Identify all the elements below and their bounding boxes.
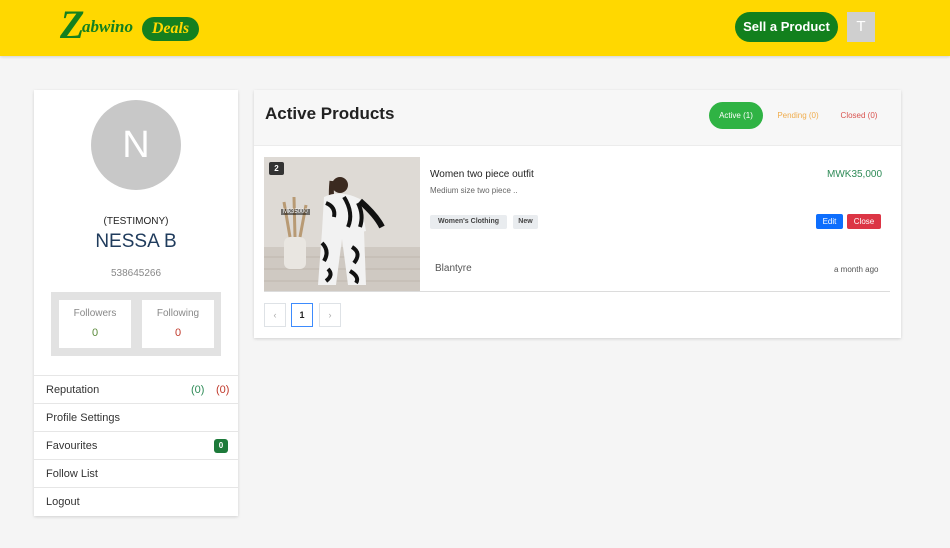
top-navbar: Z abwino Deals Sell a Product T (0, 0, 950, 56)
tab-closed[interactable]: Closed (0) (836, 102, 882, 129)
products-header: Active Products Active (1) Pending (0) C… (254, 90, 901, 146)
profile-name: NESSA B (95, 231, 177, 252)
logo-deals-badge: Deals (142, 17, 199, 41)
menu-item-logout[interactable]: Logout (34, 487, 238, 515)
product-photo-illustration (264, 157, 420, 291)
product-image[interactable]: 2 Mk35000 (264, 157, 420, 291)
sell-product-button[interactable]: Sell a Product (735, 12, 838, 42)
menu-item-label: Follow List (46, 468, 98, 480)
profile-tag: (TESTIMONY) (103, 216, 169, 227)
pagination-page-1[interactable]: 1 (291, 303, 313, 327)
following-stat[interactable]: Following 0 (142, 300, 214, 348)
image-count-badge: 2 (269, 162, 284, 175)
reputation-positive: (0) (191, 384, 205, 396)
product-location: Blantyre (435, 263, 472, 274)
menu-item-label: Profile Settings (46, 412, 120, 424)
menu-item-follow-list[interactable]: Follow List (34, 459, 238, 487)
user-avatar-menu[interactable]: T (847, 12, 875, 42)
close-listing-button[interactable]: Close (847, 214, 881, 229)
menu-item-label: Logout (46, 496, 80, 508)
reputation-negative: (0) (216, 384, 230, 396)
category-tag: Women's Clothing (430, 215, 507, 229)
logo-letter: Z (60, 2, 85, 47)
following-label: Following (156, 308, 200, 319)
product-title[interactable]: Women two piece outfit (430, 169, 534, 180)
profile-avatar: N (91, 100, 181, 190)
menu-item-favourites[interactable]: Favourites 0 (34, 431, 238, 459)
profile-id: 538645266 (110, 268, 162, 279)
product-description: Medium size two piece .. (430, 186, 518, 195)
pagination-prev-button[interactable]: ‹ (264, 303, 286, 327)
followers-stat[interactable]: Followers 0 (59, 300, 131, 348)
products-card: Active Products Active (1) Pending (0) C… (254, 90, 901, 338)
menu-item-label: Reputation (46, 384, 100, 396)
menu-item-reputation[interactable]: Reputation (0) (0) (34, 375, 238, 403)
menu-item-profile-settings[interactable]: Profile Settings (34, 403, 238, 431)
product-price: MWK35,000 (827, 169, 883, 180)
follow-stats: Followers 0 Following 0 (51, 292, 221, 356)
favourites-count-badge: 0 (214, 439, 228, 453)
followers-count: 0 (91, 327, 99, 339)
following-count: 0 (174, 327, 182, 339)
tab-pending[interactable]: Pending (0) (770, 102, 826, 129)
condition-tag: New (513, 215, 538, 229)
pagination-next-button[interactable]: › (319, 303, 341, 327)
product-posted-time: a month ago (834, 265, 879, 274)
page-title: Active Products (265, 104, 395, 123)
tab-active[interactable]: Active (1) (709, 102, 763, 129)
logo-word: abwino (82, 17, 134, 36)
product-list-item[interactable]: 2 Mk35000 Women two piece outfit Medium … (264, 157, 890, 292)
menu-item-label: Favourites (46, 440, 98, 452)
image-price-overlay: Mk35000 (281, 209, 310, 215)
profile-menu: Reputation (0) (0) Profile Settings Favo… (34, 375, 238, 515)
followers-label: Followers (73, 308, 117, 319)
profile-card: N (TESTIMONY) NESSA B 538645266 Follower… (34, 90, 238, 516)
edit-button[interactable]: Edit (816, 214, 843, 229)
